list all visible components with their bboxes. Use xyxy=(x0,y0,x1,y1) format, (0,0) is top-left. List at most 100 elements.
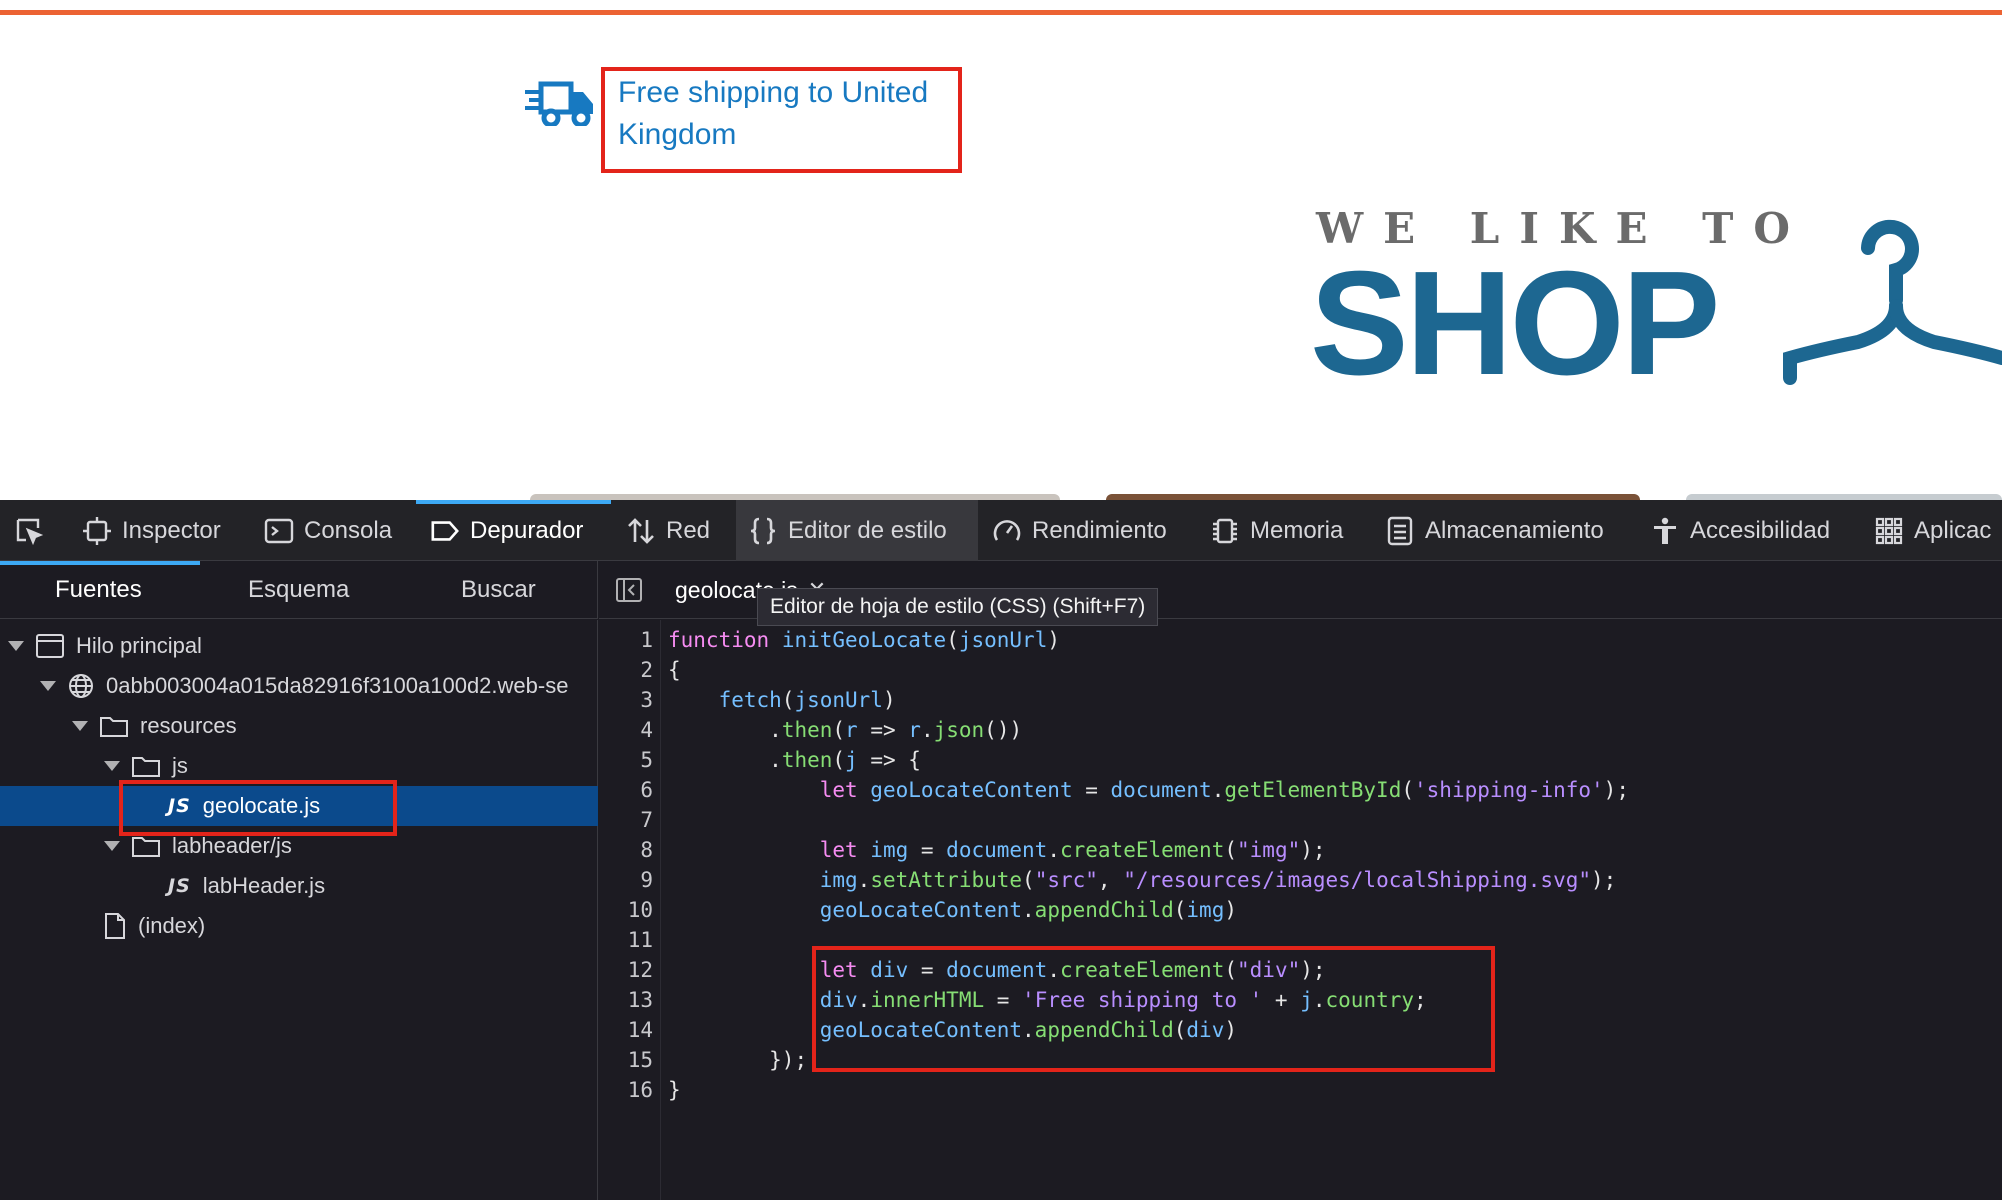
code-line-9: img.setAttribute("src", "/resources/imag… xyxy=(819,868,1617,892)
tab-inspector[interactable]: Inspector xyxy=(82,500,221,561)
memory-icon xyxy=(1210,516,1240,546)
toggle-sources-pane-icon[interactable] xyxy=(615,576,643,604)
tab-label: Rendimiento xyxy=(1032,516,1167,544)
folder-icon xyxy=(132,755,160,777)
code-line-3: fetch(jsonUrl) xyxy=(718,688,896,712)
inspector-icon xyxy=(82,516,112,546)
js-file-icon: JS xyxy=(168,875,191,897)
devtools-toolbar: Inspector Consola Depurador Red Editor d… xyxy=(0,500,2002,561)
tree-item-label: labHeader.js xyxy=(202,873,326,898)
line-number-gutter: 1 2 3 4 5 6 7 8 9 10 11 12 13 14 15 16 xyxy=(599,620,661,1200)
expand-arrow-icon[interactable] xyxy=(104,841,120,851)
sources-tab-indicator xyxy=(0,561,200,565)
tree-item-label: js xyxy=(172,753,188,778)
code-editor[interactable]: 1 2 3 4 5 6 7 8 9 10 11 12 13 14 15 16 function initGeo… xyxy=(599,620,2002,1200)
tab-label: Almacenamiento xyxy=(1425,516,1604,544)
console-icon xyxy=(264,516,294,546)
tree-item-label: resources xyxy=(140,713,237,738)
hanger-icon xyxy=(1783,219,2002,385)
tree-item-labheader-file[interactable]: JS labHeader.js xyxy=(0,866,598,906)
line-number[interactable]: 5 xyxy=(599,745,653,775)
accessibility-icon xyxy=(1650,516,1680,546)
tab-label: Inspector xyxy=(122,516,221,544)
tab-memory[interactable]: Memoria xyxy=(1210,500,1343,561)
tab-label: Memoria xyxy=(1250,516,1344,544)
line-number[interactable]: 14 xyxy=(599,1015,653,1045)
tree-item-resources-folder[interactable]: resources xyxy=(0,706,598,746)
globe-icon xyxy=(68,673,94,699)
top-accent-bar xyxy=(0,10,2002,15)
truck-icon xyxy=(525,81,593,126)
tab-console[interactable]: Consola xyxy=(264,500,392,561)
source-tree: Hilo principal 0abb003004a015da82916f310… xyxy=(0,620,598,1200)
line-number[interactable]: 9 xyxy=(599,865,653,895)
style-editor-icon xyxy=(748,516,778,546)
shipping-info[interactable]: Free shipping to United Kingdom xyxy=(618,72,958,156)
line-number[interactable]: 12 xyxy=(599,955,653,985)
tree-item-index-file[interactable]: (index) xyxy=(0,906,598,946)
tab-label: Depurador xyxy=(470,516,584,544)
code-line-1: function initGeoLocate(jsonUrl) xyxy=(668,628,1061,652)
folder-icon xyxy=(100,715,128,737)
tree-item-main-thread[interactable]: Hilo principal xyxy=(0,626,598,666)
debugger-icon xyxy=(430,516,460,546)
window-icon xyxy=(36,634,64,658)
expand-arrow-icon[interactable] xyxy=(72,721,88,731)
line-number[interactable]: 4 xyxy=(599,715,653,745)
tree-item-label: Hilo principal xyxy=(76,633,202,658)
expand-arrow-icon[interactable] xyxy=(104,761,120,771)
code-line-6: let geoLocateContent = document.getEleme… xyxy=(819,778,1629,802)
network-icon xyxy=(626,516,656,546)
application-icon xyxy=(1874,516,1904,546)
line-number[interactable]: 13 xyxy=(599,985,653,1015)
code-highlight-box xyxy=(812,946,1495,1072)
logo-shop-word: SHOP xyxy=(1310,241,1720,406)
sources-panel-tabs: Fuentes Esquema Buscar xyxy=(0,561,598,619)
tree-item-label: labheader/js xyxy=(172,833,292,858)
tab-debugger[interactable]: Depurador xyxy=(430,500,583,561)
code-line-5: .then(j => { xyxy=(769,748,921,772)
code-line-15: }); xyxy=(769,1048,808,1072)
web-page-viewport: Free shipping to United Kingdom WE LIKE … xyxy=(0,0,2002,500)
tab-search[interactable]: Buscar xyxy=(461,561,536,619)
tab-network[interactable]: Red xyxy=(626,500,710,561)
line-number[interactable]: 8 xyxy=(599,835,653,865)
active-tab-indicator xyxy=(416,500,611,504)
line-number[interactable]: 6 xyxy=(599,775,653,805)
tab-accessibility[interactable]: Accesibilidad xyxy=(1650,500,1830,561)
tab-label: Editor de estilo xyxy=(788,516,947,544)
code-line-8: let img = document.createElement("img"); xyxy=(819,838,1326,862)
file-icon xyxy=(104,913,126,939)
code-line-2: { xyxy=(668,658,681,682)
tab-performance[interactable]: Rendimiento xyxy=(992,500,1167,561)
line-number[interactable]: 1 xyxy=(599,625,653,655)
folder-icon xyxy=(132,835,160,857)
style-editor-tooltip: Editor de hoja de estilo (CSS) (Shift+F7… xyxy=(757,588,1159,626)
tab-label: Accesibilidad xyxy=(1690,516,1831,544)
line-number[interactable]: 7 xyxy=(599,805,653,835)
element-picker-icon xyxy=(14,516,44,546)
line-number[interactable]: 2 xyxy=(599,655,653,685)
expand-arrow-icon[interactable] xyxy=(40,681,56,691)
tree-item-label: (index) xyxy=(138,913,206,938)
file-highlight-box xyxy=(119,780,397,836)
tab-outline[interactable]: Esquema xyxy=(248,561,349,619)
line-number[interactable]: 3 xyxy=(599,685,653,715)
expand-arrow-icon[interactable] xyxy=(8,641,24,651)
performance-icon xyxy=(992,516,1022,546)
tab-storage[interactable]: Almacenamiento xyxy=(1385,500,1604,561)
tab-label: Consola xyxy=(304,516,393,544)
tree-item-domain[interactable]: 0abb003004a015da82916f3100a100d2.web-se xyxy=(0,666,598,706)
tab-sources[interactable]: Fuentes xyxy=(55,561,142,619)
tab-application[interactable]: Aplicac xyxy=(1874,500,1991,561)
line-number[interactable]: 16 xyxy=(599,1075,653,1105)
tab-style-editor[interactable]: Editor de estilo xyxy=(736,500,978,561)
code-line-10: geoLocateContent.appendChild(img) xyxy=(819,898,1237,922)
line-number[interactable]: 11 xyxy=(599,925,653,955)
line-number[interactable]: 15 xyxy=(599,1045,653,1075)
code-line-16: } xyxy=(668,1078,681,1102)
devtools-panel: Inspector Consola Depurador Red Editor d… xyxy=(0,500,2002,1200)
code-line-4: .then(r => r.json()) xyxy=(769,718,1023,742)
line-number[interactable]: 10 xyxy=(599,895,653,925)
element-picker-button[interactable] xyxy=(14,500,44,561)
